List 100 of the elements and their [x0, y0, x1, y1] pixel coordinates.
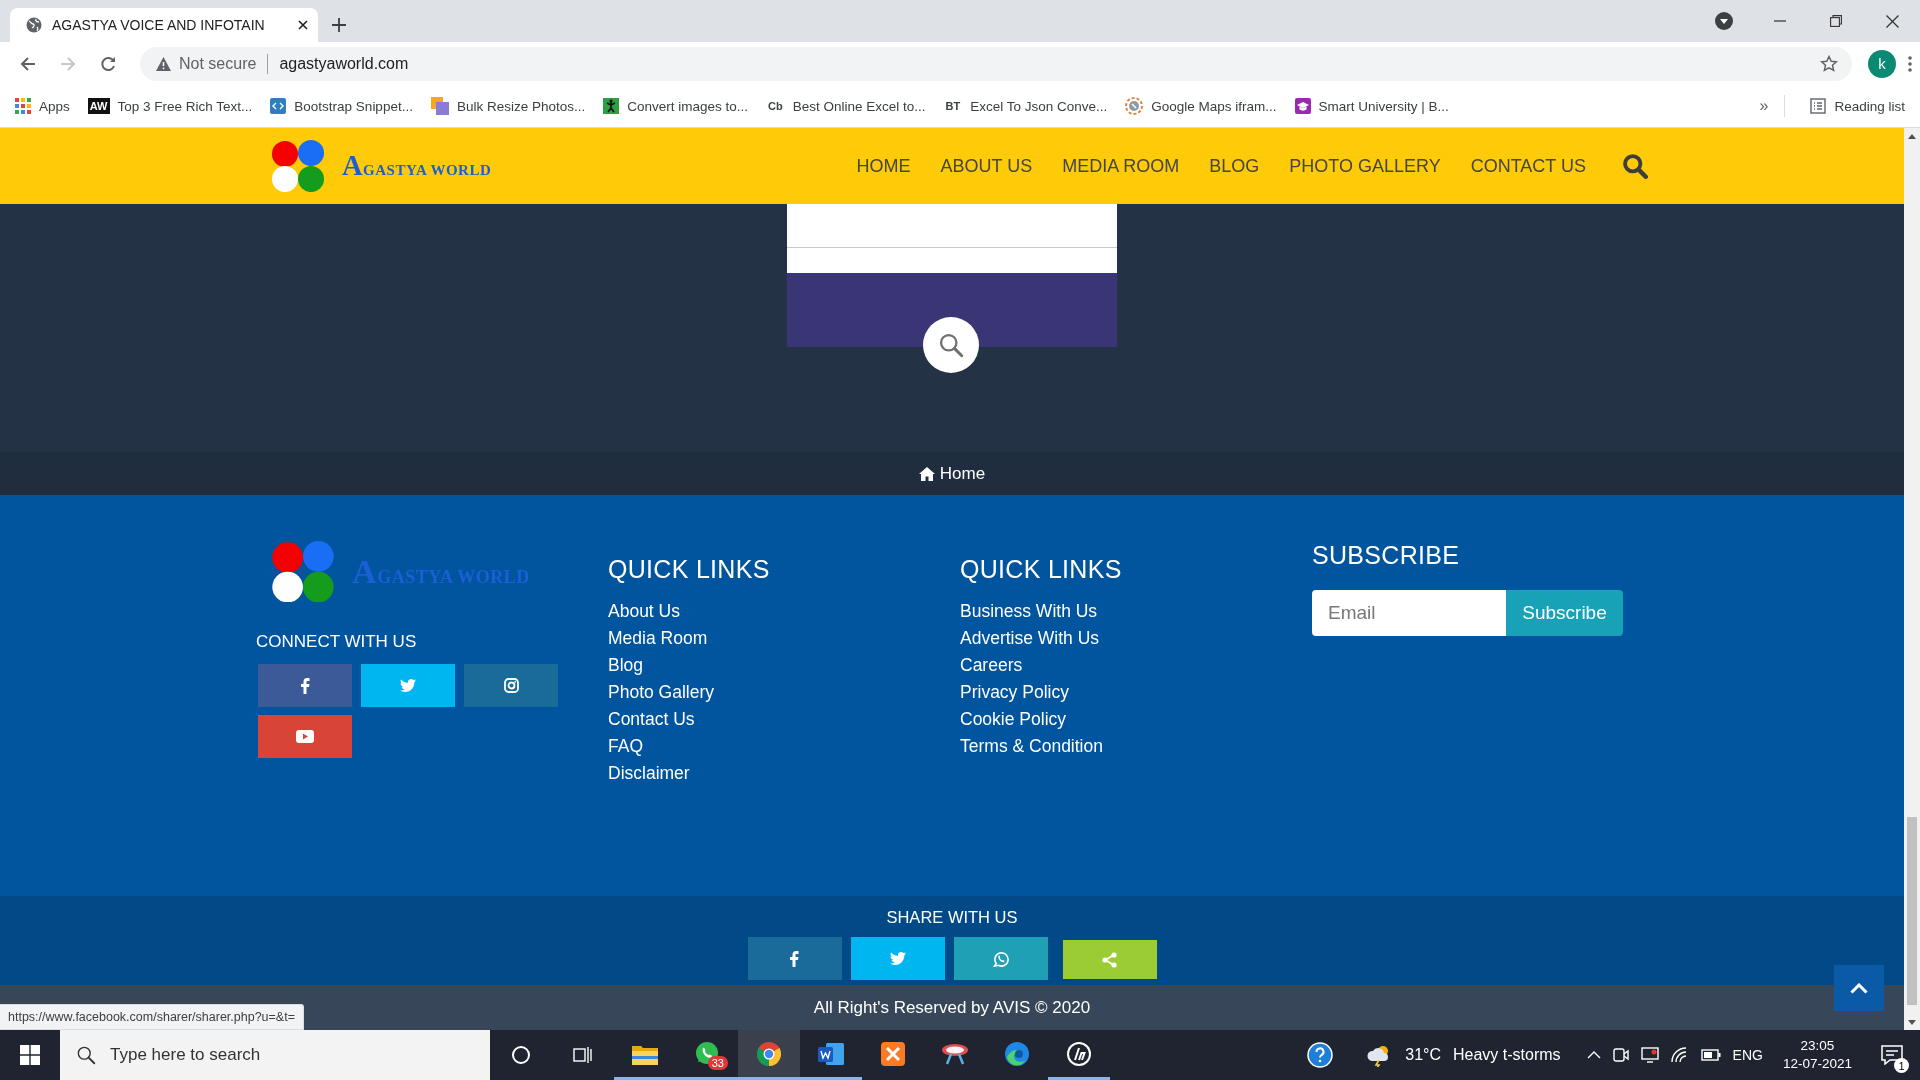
home-icon	[918, 466, 935, 481]
reload-icon[interactable]	[100, 55, 116, 72]
search-icon[interactable]	[76, 1045, 96, 1065]
profile-avatar[interactable]: k	[1868, 49, 1896, 78]
bookmark[interactable]: Apps	[6, 92, 79, 120]
snip-tool-icon[interactable]	[941, 1041, 969, 1066]
compass-icon	[1125, 97, 1144, 115]
footer-link[interactable]: Terms & Condition	[960, 733, 1103, 760]
input-field[interactable]	[787, 248, 1117, 273]
connect-heading: CONNECT WITH US	[256, 632, 418, 653]
nav-link[interactable]: ABOUT US	[932, 149, 1041, 183]
graduation-cap-icon	[1294, 98, 1311, 114]
search-icon[interactable]	[938, 332, 964, 358]
bookmark-favicon: AW	[87, 98, 110, 114]
search-icon[interactable]	[1622, 153, 1648, 179]
xampp-icon[interactable]	[881, 1041, 905, 1066]
word-icon[interactable]	[818, 1041, 844, 1066]
task-view-icon[interactable]	[573, 1045, 593, 1065]
footer-link[interactable]: Advertise With Us	[960, 625, 1100, 652]
reading-list[interactable]: Reading list	[1801, 92, 1914, 120]
apps-grid-icon	[15, 98, 31, 114]
back-icon[interactable]	[20, 55, 36, 72]
bookmark[interactable]: Bootstrap Snippet...	[261, 92, 422, 120]
clock-time: 23:05	[1800, 1037, 1835, 1055]
footer-link[interactable]: Blog	[608, 652, 644, 679]
wifi-icon[interactable]	[1670, 1047, 1689, 1063]
footer-link[interactable]: Photo Gallery	[608, 679, 715, 706]
nav-link[interactable]: MEDIA ROOM	[1054, 149, 1188, 183]
weather-condition: Heavy t-storms	[1453, 1046, 1561, 1064]
nav-link[interactable]: HOME	[848, 149, 919, 183]
footer-link[interactable]: Disclaimer	[608, 760, 690, 787]
footer-link[interactable]: Privacy Policy	[960, 679, 1069, 706]
instagram-button[interactable]	[464, 664, 558, 708]
edge-icon[interactable]	[1004, 1040, 1030, 1067]
whatsapp-icon	[992, 950, 1009, 967]
youtube-button[interactable]	[258, 715, 352, 759]
help-icon[interactable]	[1307, 1042, 1334, 1068]
bookmark-favicon: BT	[944, 99, 962, 114]
twitter-icon	[889, 952, 906, 965]
new-tab-icon[interactable]	[332, 18, 346, 32]
notification-badge: 1	[1894, 1058, 1909, 1073]
footer-link[interactable]: FAQ	[608, 733, 643, 760]
taskbar-app[interactable]	[738, 1030, 800, 1080]
tray-caret-icon[interactable]	[1586, 1051, 1601, 1059]
close-icon[interactable]	[1885, 14, 1899, 28]
hp-logo-icon[interactable]	[1066, 1040, 1092, 1067]
footer-link[interactable]: Careers	[960, 652, 1023, 679]
bookmark[interactable]: Bulk Resize Photos...	[421, 92, 595, 120]
email-field[interactable]: Email	[1312, 590, 1506, 636]
scrollbar-thumb[interactable]	[1907, 817, 1917, 1005]
battery-icon[interactable]	[1700, 1049, 1721, 1061]
taskbar-search-field[interactable]: Type here to search	[60, 1030, 490, 1080]
bookmark[interactable]: Google Maps ifram...	[1116, 92, 1286, 120]
input-field[interactable]	[787, 204, 1117, 248]
globe-icon	[26, 17, 42, 33]
breadcrumb-link[interactable]: Home	[918, 463, 986, 484]
bookmark[interactable]: BT Excel To Json Conve...	[934, 92, 1117, 120]
nav-link[interactable]: PHOTO GALLERY	[1281, 149, 1449, 183]
restore-icon[interactable]	[1830, 15, 1842, 27]
weather-temperature: 31°C	[1405, 1046, 1441, 1064]
bookmark-favicon: Cb	[767, 99, 784, 114]
twitter-button[interactable]	[361, 664, 455, 708]
nav-link[interactable]: CONTACT US	[1462, 149, 1594, 183]
footer-link[interactable]: Cookie Policy	[960, 706, 1067, 733]
browser-tab[interactable]: AGASTYA VOICE AND INFOTAIN	[10, 8, 318, 42]
bookmark[interactable]: AW Top 3 Free Rich Text...	[78, 92, 262, 120]
bookmark[interactable]: Convert images to...	[594, 92, 758, 120]
profile-dropdown-icon[interactable]	[1715, 12, 1733, 30]
monitor-icon[interactable]	[1640, 1047, 1659, 1063]
facebook-icon	[300, 677, 310, 694]
cortana-icon[interactable]	[511, 1045, 531, 1065]
logo-icon[interactable]	[270, 139, 326, 193]
facebook-icon	[790, 950, 799, 967]
column-heading: QUICK LINKS	[608, 555, 771, 584]
share-icon	[1102, 951, 1117, 968]
bookmark[interactable]: Smart University | B...	[1285, 92, 1458, 120]
back-to-top-button[interactable]	[1834, 965, 1884, 1011]
address-bar[interactable]: Not secure agastyaworld.com	[140, 46, 1852, 81]
bookmark[interactable]: Cb Best Online Excel to...	[757, 92, 935, 120]
meet-now-icon[interactable]	[1612, 1047, 1629, 1063]
footer-link[interactable]: Media Room	[608, 625, 708, 652]
scroll-down-icon[interactable]	[1908, 1019, 1916, 1025]
scroll-up-icon[interactable]	[1908, 133, 1916, 139]
menu-icon[interactable]	[1908, 55, 1912, 72]
chrome-icon[interactable]	[756, 1040, 782, 1067]
language-indicator[interactable]: ENG	[1732, 1047, 1763, 1063]
close-tab-icon[interactable]	[298, 20, 308, 30]
search-button[interactable]	[923, 317, 979, 373]
chevron-up-icon	[1850, 982, 1868, 994]
bookmarks-overflow[interactable]: »	[1759, 97, 1769, 115]
footer-link[interactable]: Contact Us	[608, 706, 695, 733]
nav-link[interactable]: BLOG	[1201, 149, 1268, 183]
logo-text: AGASTYA WORLD	[342, 150, 492, 182]
code-icon	[270, 98, 287, 114]
footer-link[interactable]: About Us	[608, 598, 680, 625]
logo-icon[interactable]	[270, 541, 336, 603]
footer-link[interactable]: Business With Us	[960, 598, 1098, 625]
windows-start-icon[interactable]	[20, 1045, 40, 1065]
clock-date: 12-07-2021	[1782, 1055, 1852, 1073]
bookmark-star-icon[interactable]	[1820, 54, 1838, 73]
